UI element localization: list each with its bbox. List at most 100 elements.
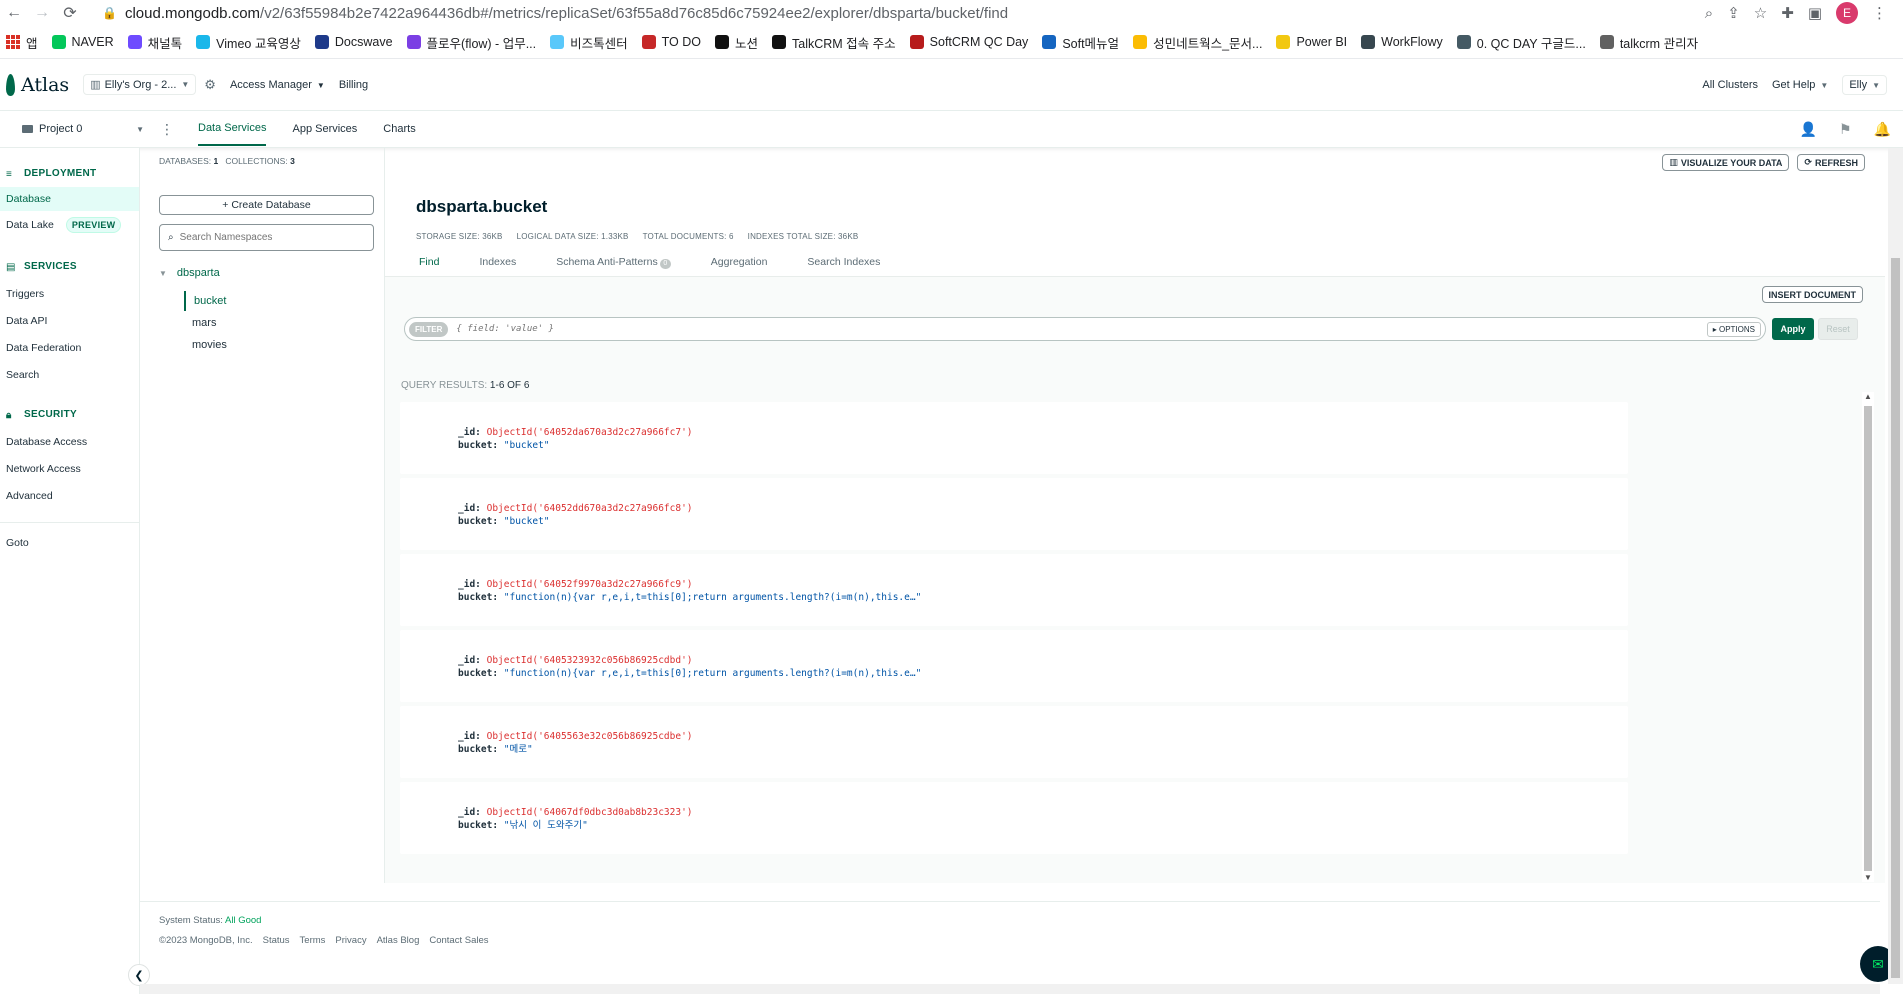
document-id: ObjectId('6405323932c056b86925cdbd') [486, 655, 693, 666]
sidebar-item-network-access[interactable]: Network Access [0, 457, 139, 481]
extensions-icon[interactable]: ✚ [1781, 4, 1794, 22]
access-manager-menu[interactable]: Access Manager ▼ [230, 79, 325, 91]
collection-item-movies[interactable]: movies [184, 335, 227, 355]
count-badge: 0 [659, 258, 671, 269]
bookmark-item[interactable]: Vimeo 교육영상 [196, 33, 301, 52]
tab-aggregation[interactable]: Aggregation [711, 256, 768, 268]
scroll-up-icon[interactable]: ▲ [1862, 392, 1874, 401]
sidebar-item-database[interactable]: Database [0, 187, 139, 211]
page-scrollbar[interactable] [1888, 148, 1903, 984]
bookmark-item[interactable]: 성민네트웍스_문서... [1133, 33, 1262, 52]
user-menu[interactable]: Elly ▼ [1842, 74, 1887, 95]
apps-grid-icon[interactable] [6, 35, 20, 49]
scroll-down-icon[interactable]: ▼ [1862, 873, 1874, 882]
profile-avatar[interactable]: E [1836, 2, 1858, 24]
tab-find[interactable]: Find [419, 256, 439, 268]
footer-link-status[interactable]: Status [263, 935, 290, 946]
apply-button[interactable]: Apply [1772, 318, 1814, 340]
bookmark-item[interactable]: Soft메뉴얼 [1042, 33, 1119, 52]
filter-input[interactable] [456, 324, 1707, 334]
collection-item-bucket[interactable]: bucket [184, 291, 226, 311]
all-clusters-link[interactable]: All Clusters [1702, 79, 1758, 91]
bookmark-item[interactable]: Power BI [1276, 35, 1347, 49]
org-selector[interactable]: ▥ Elly's Org - 2... ▼ [83, 74, 197, 95]
footer-link-contact-sales[interactable]: Contact Sales [429, 935, 488, 946]
bookmark-item[interactable]: TalkCRM 접속 주소 [772, 33, 896, 52]
document-card[interactable]: _id: ObjectId('64052f9970a3d2c27a966fc9'… [400, 554, 1628, 626]
get-help-menu[interactable]: Get Help ▼ [1772, 79, 1828, 91]
bookmark-item[interactable]: 채널톡 [127, 33, 182, 52]
sidebar-item-goto[interactable]: Goto [0, 531, 139, 555]
insert-document-button[interactable]: INSERT DOCUMENT [1761, 286, 1863, 303]
create-database-button[interactable]: + Create Database [159, 195, 374, 215]
sidebar-item-database-access[interactable]: Database Access [0, 430, 139, 454]
database-item-dbsparta[interactable]: ▼ dbsparta [159, 267, 220, 279]
tab-data-services[interactable]: Data Services [198, 112, 267, 146]
share-icon[interactable]: ⇪ [1727, 4, 1740, 22]
options-button[interactable]: ▸ OPTIONS [1706, 321, 1761, 337]
zoom-icon[interactable]: ⌕ [1705, 5, 1713, 22]
bookmark-item[interactable]: 비즈톡센터 [550, 33, 628, 52]
org-settings-icon[interactable]: ⚙ [204, 77, 216, 93]
collapse-sidebar-button[interactable]: ❮ [128, 964, 150, 986]
bookmark-item[interactable]: talkcrm 관리자 [1599, 33, 1698, 52]
invite-user-icon[interactable]: 👤 [1800, 121, 1817, 138]
document-card[interactable]: _id: ObjectId('64052dd670a3d2c27a966fc8'… [400, 478, 1628, 550]
page-scrollbar-thumb[interactable] [1891, 258, 1900, 978]
results-scrollbar[interactable]: ▲ ▼ [1862, 392, 1874, 882]
tab-schema-anti-patterns[interactable]: Schema Anti-Patterns 0 [556, 256, 671, 269]
query-results-count: QUERY RESULTS: 1-6 OF 6 [401, 380, 530, 391]
address-field[interactable]: cloud.mongodb.com/v2/63f55984b2e7422a964… [125, 5, 1705, 22]
bookmark-item[interactable]: 노션 [715, 33, 758, 52]
bookmark-item[interactable]: TO DO [641, 35, 701, 49]
footer-link-privacy[interactable]: Privacy [335, 935, 366, 946]
bookmark-item[interactable]: Docswave [314, 35, 393, 49]
side-panel-icon[interactable]: ▣ [1808, 4, 1822, 22]
sidebar-item-advanced[interactable]: Advanced [0, 484, 139, 508]
chart-icon: ▥ [1669, 157, 1678, 167]
status-good-link[interactable]: All Good [225, 915, 261, 926]
bookmark-item[interactable]: 0. QC DAY 구글드... [1456, 33, 1586, 52]
sidebar-item-data-api[interactable]: Data API [0, 309, 139, 333]
footer-link-atlas-blog[interactable]: Atlas Blog [377, 935, 420, 946]
document-card[interactable]: _id: ObjectId('6405323932c056b86925cdbd'… [400, 630, 1628, 702]
namespace-search[interactable]: ⌕ [159, 224, 374, 251]
horizontal-scrollbar[interactable] [140, 984, 1880, 994]
document-card[interactable]: _id: ObjectId('64052da670a3d2c27a966fc7'… [400, 402, 1628, 474]
bookmark-item[interactable]: NAVER [51, 35, 114, 49]
footer-link-terms[interactable]: Terms [300, 935, 326, 946]
collection-item-mars[interactable]: mars [184, 313, 216, 333]
billing-link[interactable]: Billing [339, 79, 368, 91]
refresh-button[interactable]: ⟳ REFRESH [1797, 154, 1865, 171]
tab-charts[interactable]: Charts [383, 113, 415, 145]
sidebar-item-data-lake[interactable]: Data Lake PREVIEW [0, 211, 139, 239]
search-namespaces-input[interactable] [179, 232, 360, 243]
document-card[interactable]: _id: ObjectId('64067df0dbc3d0ab8b23c323'… [400, 782, 1628, 854]
sidebar-item-data-federation[interactable]: Data Federation [0, 336, 139, 360]
project-selector[interactable]: Project 0 ▼ [22, 123, 144, 135]
sidebar-item-search[interactable]: Search [0, 363, 139, 387]
bookmark-item[interactable]: WorkFlowy [1361, 35, 1443, 49]
tab-search-indexes[interactable]: Search Indexes [807, 256, 880, 268]
tab-indexes[interactable]: Indexes [479, 256, 516, 268]
visualize-data-button[interactable]: ▥ VISUALIZE YOUR DATA [1662, 154, 1790, 171]
bookmark-apps[interactable]: 앱 [26, 33, 38, 52]
menu-icon[interactable]: ⋮ [1872, 4, 1887, 22]
sidebar-item-triggers[interactable]: Triggers [0, 282, 139, 306]
atlas-logo[interactable]: Atlas [6, 73, 69, 96]
scrollbar-thumb[interactable] [1864, 406, 1872, 871]
bookmark-item[interactable]: 플로우(flow) - 업무... [406, 33, 536, 52]
activity-feed-icon[interactable]: ⚑ [1839, 121, 1852, 138]
project-more-icon[interactable]: ⋮ [160, 121, 174, 138]
bell-icon[interactable]: 🔔 [1874, 121, 1891, 138]
bookmark-item[interactable]: SoftCRM QC Day [909, 35, 1028, 49]
reset-button[interactable]: Reset [1818, 318, 1858, 340]
star-icon[interactable]: ☆ [1754, 4, 1767, 22]
reload-icon[interactable]: ⟳ [56, 3, 84, 23]
forward-icon[interactable]: → [28, 4, 56, 22]
tab-app-services[interactable]: App Services [292, 113, 357, 145]
lock-icon[interactable]: 🔒 [102, 6, 117, 20]
document-card[interactable]: _id: ObjectId('6405563e32c056b86925cdbe'… [400, 706, 1628, 778]
atlas-top-nav: Atlas ▥ Elly's Org - 2... ▼ ⚙ Access Man… [0, 59, 1903, 111]
back-icon[interactable]: ← [0, 4, 28, 22]
